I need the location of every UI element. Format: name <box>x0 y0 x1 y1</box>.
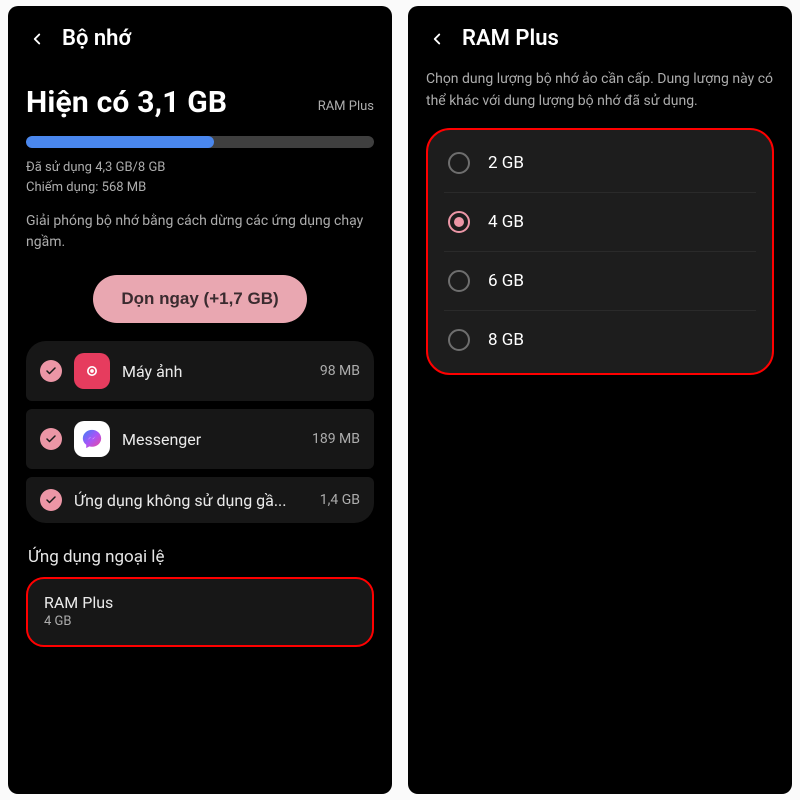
memory-used: Đã sử dụng 4,3 GB/8 GB <box>26 158 374 178</box>
clean-now-button[interactable]: Dọn ngay (+1,7 GB) <box>93 275 306 323</box>
available-memory: Hiện có 3,1 GB <box>26 85 227 120</box>
checkbox-checked-icon[interactable] <box>40 428 62 450</box>
option-label: 2 GB <box>488 153 524 173</box>
app-name: Ứng dụng không sử dụng gầ... <box>74 491 308 510</box>
app-row-camera[interactable]: Máy ảnh 98 MB <box>26 341 374 401</box>
memory-screen: Bộ nhớ Hiện có 3,1 GB RAM Plus Đã sử dụn… <box>8 6 392 794</box>
checkbox-checked-icon[interactable] <box>40 489 62 511</box>
memory-progress-bar <box>26 136 374 148</box>
ram-plus-setting[interactable]: RAM Plus 4 GB <box>26 577 374 647</box>
option-label: 4 GB <box>488 212 524 232</box>
ram-plus-description: Chọn dung lượng bộ nhớ ảo cần cấp. Dung … <box>426 69 774 112</box>
page-title: Bộ nhớ <box>62 26 131 51</box>
app-name: Máy ảnh <box>122 362 308 381</box>
option-label: 8 GB <box>488 330 524 350</box>
checkbox-checked-icon[interactable] <box>40 360 62 382</box>
ram-plus-badge[interactable]: RAM Plus <box>318 99 374 114</box>
option-6gb[interactable]: 6 GB <box>444 251 756 310</box>
option-2gb[interactable]: 2 GB <box>444 134 756 192</box>
background-apps-list: Máy ảnh 98 MB Messenger 189 MB Ứng dụng … <box>26 341 374 523</box>
radio-unselected-icon <box>448 152 470 174</box>
radio-unselected-icon <box>448 270 470 292</box>
back-button[interactable] <box>426 28 448 50</box>
excluded-apps-label[interactable]: Ứng dụng ngoại lệ <box>28 547 372 567</box>
ram-plus-options: 2 GB 4 GB 6 GB 8 GB <box>426 128 774 375</box>
option-label: 6 GB <box>488 271 524 291</box>
ram-plus-value: 4 GB <box>44 614 356 629</box>
app-size: 98 MB <box>320 363 360 379</box>
camera-icon <box>74 353 110 389</box>
messenger-icon <box>74 421 110 457</box>
app-size: 189 MB <box>312 431 360 447</box>
app-row-unused[interactable]: Ứng dụng không sử dụng gầ... 1,4 GB <box>26 477 374 523</box>
back-button[interactable] <box>26 28 48 50</box>
memory-occupied: Chiếm dụng: 568 MB <box>26 178 374 198</box>
radio-selected-icon <box>448 211 470 233</box>
option-4gb[interactable]: 4 GB <box>444 192 756 251</box>
page-title: RAM Plus <box>462 26 559 51</box>
ram-plus-title: RAM Plus <box>44 593 356 612</box>
ram-plus-screen: RAM Plus Chọn dung lượng bộ nhớ ảo cần c… <box>408 6 792 794</box>
app-row-messenger[interactable]: Messenger 189 MB <box>26 409 374 469</box>
memory-description: Giải phóng bộ nhớ bằng cách dừng các ứng… <box>26 211 374 253</box>
option-8gb[interactable]: 8 GB <box>444 310 756 369</box>
app-name: Messenger <box>122 430 300 449</box>
app-size: 1,4 GB <box>320 492 360 508</box>
radio-unselected-icon <box>448 329 470 351</box>
memory-progress-fill <box>26 136 214 148</box>
